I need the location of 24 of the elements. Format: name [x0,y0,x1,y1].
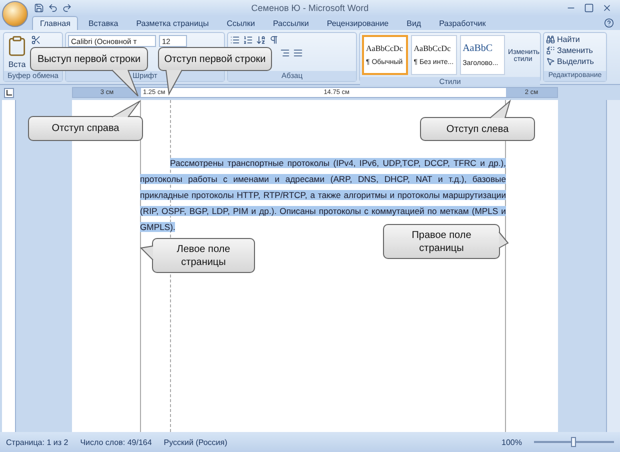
paste-label[interactable]: Вста [8,60,26,69]
ribbon-tab[interactable]: Вставка [80,16,126,30]
ribbon-tab[interactable]: Рассылки [264,16,317,30]
callout: Выступ первой строки [30,47,148,71]
callout: Отступ слева [420,117,535,141]
paragraph: Рассмотрены транспортные протоколы (IPv4, IPv6, UDP,TCP, DCCP, TFRC и др.), протоколы работы с именами и адресами (ARP, DNS, DHCP, NAT и т.д.), базовые прикладные протоколы HTTP, RTP/RTCP, а также алгоритмы и протоколы маршрутизации (RIP, OSPF, BGP, LDP, PIM и др.). Описаны протоколы с коммутацией по меткам (MPLS и GMPLS). [140,157,506,232]
callout: Правое поле страницы [383,224,500,259]
word-count[interactable]: Число слов: 49/164 [80,438,152,446]
editing-button[interactable]: Заменить [546,46,594,55]
language-label[interactable]: Русский (Россия) [164,438,228,446]
page-count[interactable]: Страница: 1 из 2 [6,438,68,446]
ribbon-tab[interactable]: Ссылки [218,16,263,30]
ribbon-tab[interactable]: Вид [398,16,430,30]
ribbon-tab[interactable]: Рецензирование [318,16,397,30]
callout: Левое поле страницы [152,238,255,273]
callout: Отступ справа [28,116,143,141]
zoom-level[interactable]: 100% [502,438,522,446]
ribbon-tab[interactable]: Главная [32,16,78,30]
callout: Отступ первой строки [158,47,272,71]
editing-button[interactable]: Найти [546,35,594,44]
window-title: Семенов Ю - Microsoft Word [251,3,369,13]
ribbon-tab[interactable]: Разработчик [431,16,494,30]
editing-button[interactable]: Выделить [546,57,594,66]
ribbon-tab[interactable]: Разметка страницы [128,16,217,30]
